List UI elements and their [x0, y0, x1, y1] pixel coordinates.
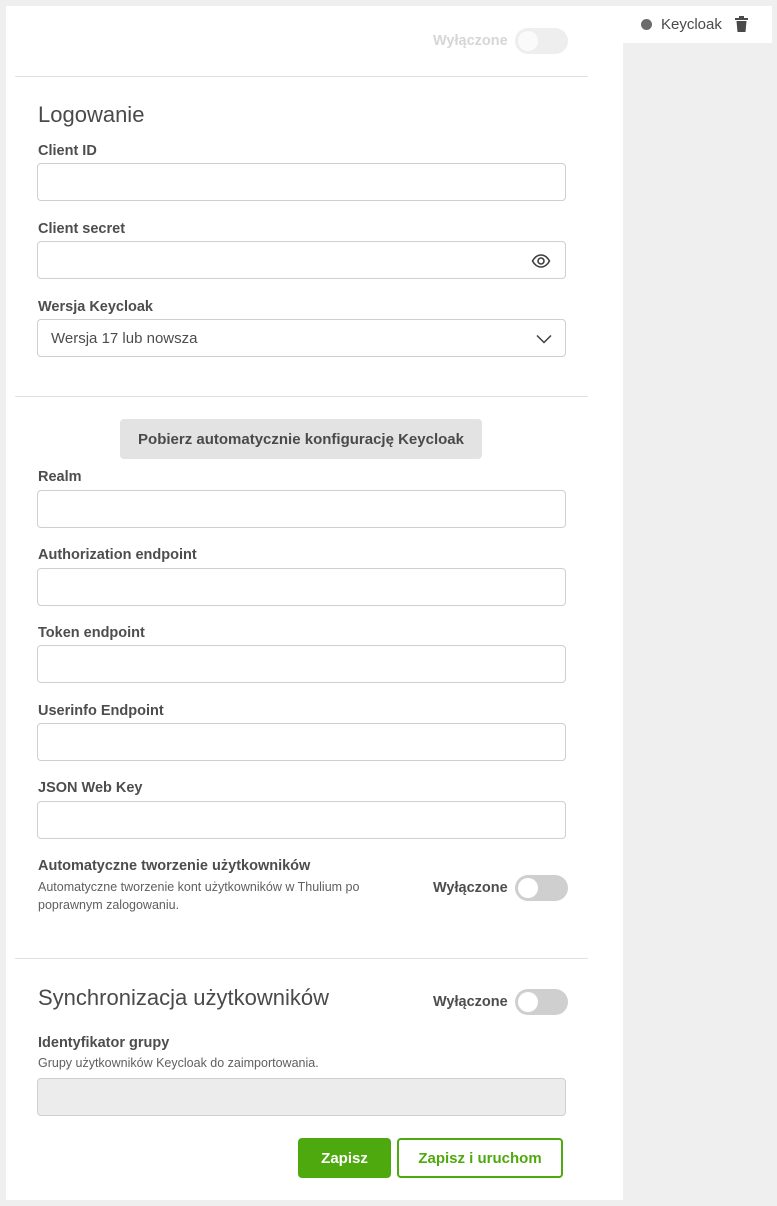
realm-label: Realm	[38, 469, 82, 485]
auto-config-button[interactable]: Pobierz automatycznie konfigurację Keycl…	[120, 419, 482, 459]
save-and-run-button[interactable]: Zapisz i uruchom	[397, 1138, 563, 1178]
auto-create-label: Automatyczne tworzenie użytkowników	[38, 858, 311, 874]
divider	[15, 396, 588, 397]
token-endpoint-input[interactable]	[37, 645, 566, 683]
eye-icon[interactable]	[531, 251, 551, 271]
tab-title: Keycloak	[661, 16, 722, 33]
userinfo-endpoint-label: Userinfo Endpoint	[38, 703, 164, 719]
toggle-knob	[517, 992, 538, 1012]
realm-input[interactable]	[37, 490, 566, 528]
top-toggle-group: Wyłączone	[433, 28, 568, 54]
auto-create-toggle-group: Wyłączone	[433, 875, 568, 901]
toggle-knob	[517, 31, 538, 51]
sync-toggle[interactable]	[514, 989, 568, 1015]
section-title-login: Logowanie	[38, 102, 145, 127]
keycloak-version-value: Wersja 17 lub nowsza	[51, 330, 198, 347]
trash-icon[interactable]	[735, 16, 748, 32]
auto-create-toggle-label: Wyłączone	[433, 880, 508, 896]
save-button[interactable]: Zapisz	[298, 1138, 391, 1178]
json-web-key-input[interactable]	[37, 801, 566, 839]
chevron-down-icon	[536, 334, 552, 344]
token-endpoint-label: Token endpoint	[38, 625, 145, 641]
group-id-input[interactable]	[37, 1078, 566, 1116]
client-id-label: Client ID	[38, 143, 97, 159]
auto-create-description: Automatyczne tworzenie kont użytkowników…	[38, 880, 360, 912]
sync-toggle-group: Wyłączone	[433, 989, 568, 1015]
keycloak-version-select[interactable]: Wersja 17 lub nowsza	[37, 319, 566, 357]
client-id-input[interactable]	[37, 163, 566, 201]
authorization-endpoint-label: Authorization endpoint	[38, 547, 197, 563]
divider	[15, 958, 588, 959]
top-toggle[interactable]	[514, 28, 568, 54]
section-title-sync: Synchronizacja użytkowników	[38, 985, 330, 1010]
sync-toggle-label: Wyłączone	[433, 994, 508, 1010]
status-dot-icon	[641, 19, 652, 30]
client-secret-input[interactable]	[37, 241, 566, 279]
auto-create-toggle[interactable]	[514, 875, 568, 901]
keycloak-tab[interactable]: Keycloak	[623, 6, 772, 43]
userinfo-endpoint-input[interactable]	[37, 723, 566, 761]
client-secret-label: Client secret	[38, 221, 126, 237]
group-id-description: Grupy użytkowników Keycloak do zaimporto…	[38, 1056, 319, 1070]
authorization-endpoint-input[interactable]	[37, 568, 566, 606]
toggle-knob	[517, 878, 538, 898]
divider	[15, 76, 588, 77]
top-toggle-label: Wyłączone	[433, 33, 508, 49]
keycloak-version-label: Wersja Keycloak	[38, 299, 153, 315]
group-id-label: Identyfikator grupy	[38, 1035, 170, 1051]
json-web-key-label: JSON Web Key	[38, 780, 143, 796]
